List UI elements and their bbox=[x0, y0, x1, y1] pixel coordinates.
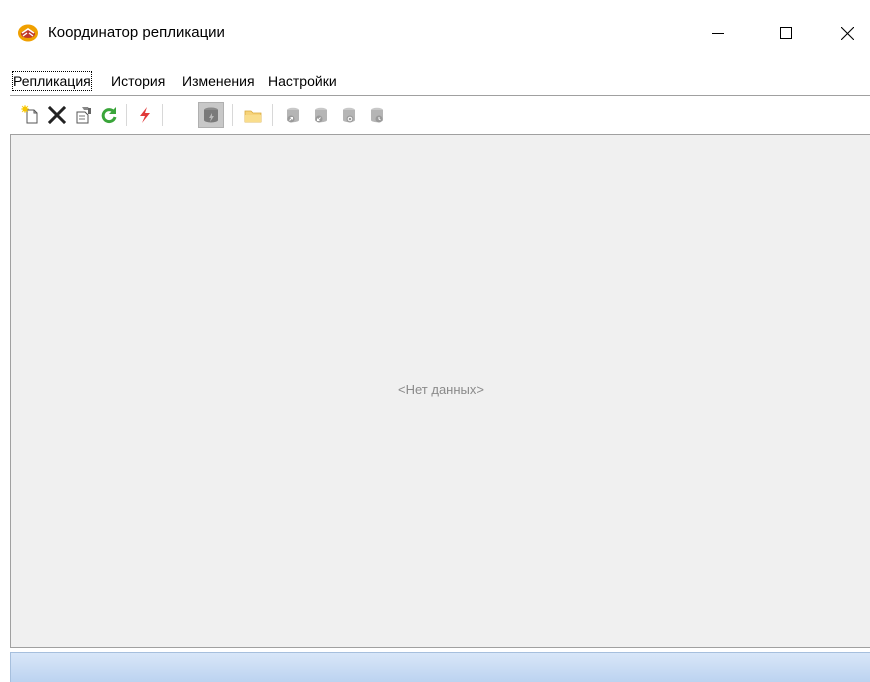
database-upload-button[interactable] bbox=[280, 102, 306, 128]
lightning-icon bbox=[140, 107, 150, 123]
refresh-button[interactable] bbox=[96, 102, 122, 128]
toolbar-separator bbox=[126, 104, 127, 126]
new-button[interactable] bbox=[18, 102, 44, 128]
status-bar bbox=[10, 652, 870, 682]
maximize-icon bbox=[780, 27, 792, 39]
run-button[interactable] bbox=[132, 102, 158, 128]
database-sync-button[interactable] bbox=[336, 102, 362, 128]
empty-state-text: <Нет данных> bbox=[398, 382, 484, 397]
title-bar[interactable]: Координатор репликации bbox=[0, 0, 870, 56]
tab-history[interactable]: История bbox=[110, 72, 166, 90]
minimize-icon bbox=[712, 33, 724, 34]
tab-changes[interactable]: Изменения bbox=[181, 72, 256, 90]
database-lightning-icon bbox=[204, 107, 218, 123]
delete-button[interactable] bbox=[44, 102, 70, 128]
refresh-icon bbox=[101, 107, 117, 124]
database-arrow-up-icon bbox=[287, 107, 299, 123]
minimize-button[interactable] bbox=[695, 16, 741, 50]
database-download-button[interactable] bbox=[308, 102, 334, 128]
open-folder-button[interactable] bbox=[240, 102, 266, 128]
toolbar bbox=[10, 96, 870, 134]
properties-button[interactable] bbox=[70, 102, 96, 128]
folder-icon bbox=[244, 110, 262, 123]
tab-settings[interactable]: Настройки bbox=[267, 72, 338, 90]
window-title: Координатор репликации bbox=[48, 24, 225, 41]
new-document-icon bbox=[21, 105, 38, 124]
tab-replication[interactable]: Репликация bbox=[12, 71, 92, 91]
properties-icon bbox=[76, 107, 91, 124]
database-sync-icon bbox=[343, 107, 355, 123]
maximize-button[interactable] bbox=[763, 16, 809, 50]
database-schedule-button[interactable] bbox=[364, 102, 390, 128]
menu-bar: Репликация История Изменения Настройки bbox=[10, 66, 870, 96]
toolbar-separator bbox=[232, 104, 233, 126]
database-clock-icon bbox=[371, 107, 383, 123]
replication-coordinator-window: Координатор репликации Репликация Истори… bbox=[0, 0, 870, 682]
close-button[interactable] bbox=[824, 16, 870, 50]
replication-list-panel[interactable]: <Нет данных> bbox=[10, 134, 870, 648]
database-arrow-down-icon bbox=[315, 107, 327, 123]
toolbar-separator bbox=[272, 104, 273, 126]
database-run-button[interactable] bbox=[198, 102, 224, 128]
app-logo-icon bbox=[18, 24, 38, 42]
toolbar-separator bbox=[162, 104, 163, 126]
close-icon bbox=[840, 26, 854, 40]
delete-x-icon bbox=[47, 105, 67, 125]
